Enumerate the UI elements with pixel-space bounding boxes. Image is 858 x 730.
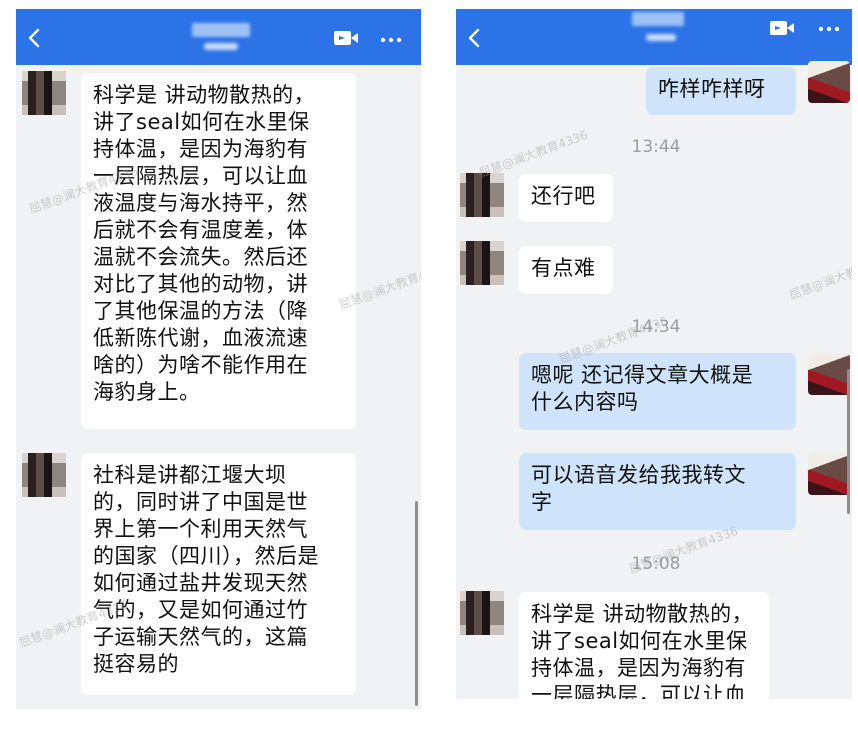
my-avatar[interactable] xyxy=(808,61,852,105)
my-avatar[interactable] xyxy=(808,353,852,397)
message-bubble[interactable]: 有点难 xyxy=(519,246,613,294)
video-call-icon[interactable] xyxy=(334,30,358,46)
video-call-icon[interactable] xyxy=(770,20,794,36)
message-bubble[interactable]: 咋样咋样呀 xyxy=(646,67,796,115)
back-icon[interactable] xyxy=(24,27,46,49)
contact-avatar[interactable] xyxy=(460,591,504,635)
my-avatar[interactable] xyxy=(808,453,852,497)
message-bubble[interactable]: 科学是 讲动物散热的， 讲了seal如何在水里保 持体温，是因为海豹有 一层隔热… xyxy=(519,592,769,699)
contact-avatar[interactable] xyxy=(22,71,66,115)
scrollbar[interactable] xyxy=(415,501,418,706)
right-chat-screen: 咋样咋样呀 13:44 还行吧 有点难 14:34 嗯呢 还记得文章大概是 什么… xyxy=(456,9,852,699)
watermark: 屈慧@澜大教育4336 xyxy=(477,127,590,181)
contact-name-blurred xyxy=(632,12,684,26)
more-icon[interactable] xyxy=(380,37,402,43)
watermark: 屈慧@澜大教育4336 xyxy=(787,249,852,303)
contact-name-blurred xyxy=(192,23,250,37)
chat-header xyxy=(456,9,852,65)
chat-header xyxy=(16,9,421,65)
scrollbar[interactable] xyxy=(847,369,850,514)
contact-avatar[interactable] xyxy=(460,241,504,285)
back-icon[interactable] xyxy=(464,27,486,49)
contact-status-blurred xyxy=(646,34,676,41)
message-bubble[interactable]: 还行吧 xyxy=(519,174,613,222)
message-bubble[interactable]: 社科是讲都江堰大坝 的，同时讲了中国是世 界上第一个利用天然气 的国家（四川），… xyxy=(81,453,356,695)
more-icon[interactable] xyxy=(818,26,840,32)
contact-status-blurred xyxy=(204,43,238,50)
message-bubble[interactable]: 科学是 讲动物散热的， 讲了seal如何在水里保 持体温，是因为海豹有 一层隔热… xyxy=(81,73,356,429)
contact-avatar[interactable] xyxy=(22,453,66,497)
timestamp: 13:44 xyxy=(631,137,681,157)
left-chat-screen: 科学是 讲动物散热的， 讲了seal如何在水里保 持体温，是因为海豹有 一层隔热… xyxy=(16,9,421,709)
message-bubble[interactable]: 可以语音发给我我转文 字 xyxy=(519,453,796,530)
